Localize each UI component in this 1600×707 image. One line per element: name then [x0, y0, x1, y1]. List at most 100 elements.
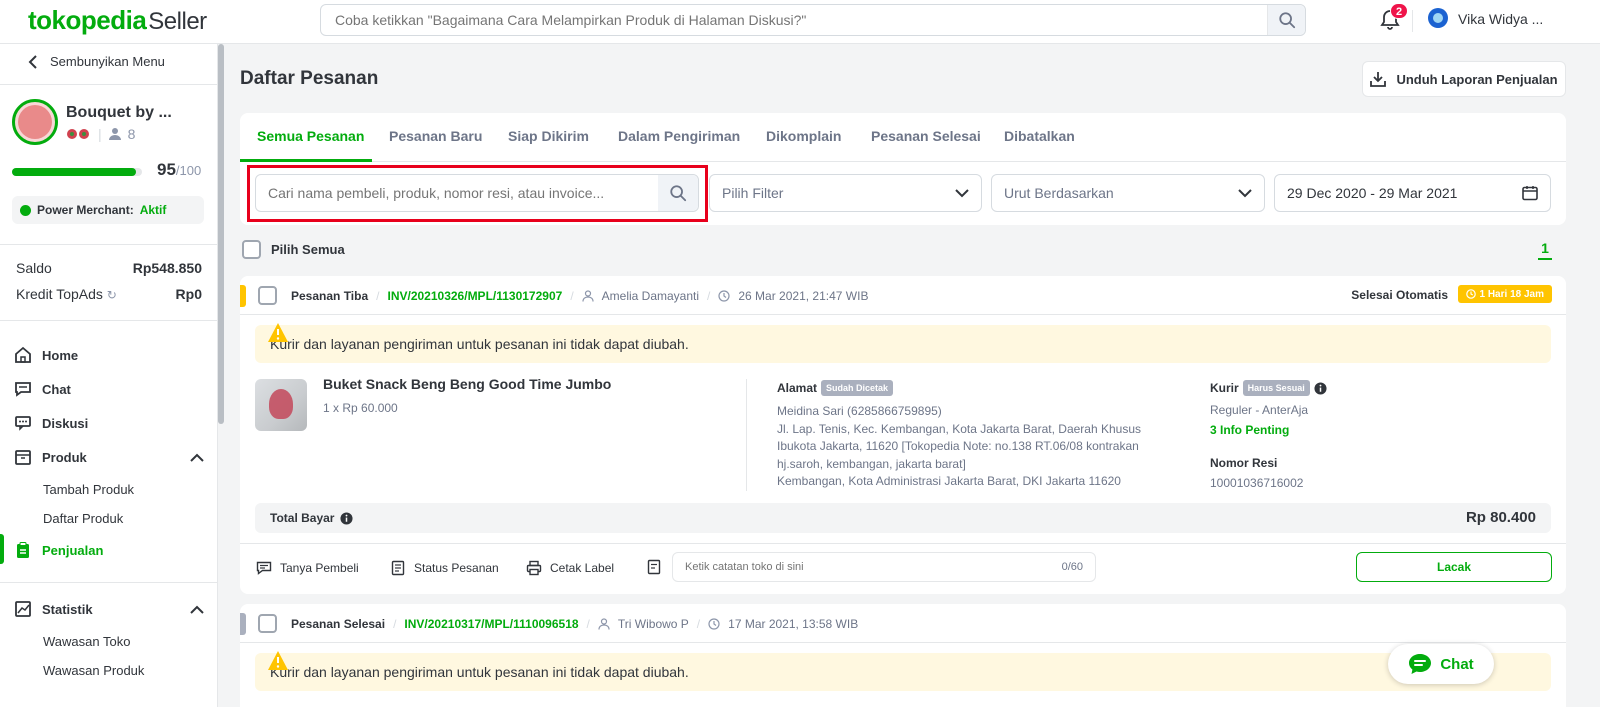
sort-dropdown-label: Urut Berdasarkan: [1004, 185, 1114, 201]
tab-dalam-pengiriman[interactable]: Dalam Pengiriman: [618, 128, 740, 144]
order-invoice-link[interactable]: INV/20210326/MPL/1130172907: [388, 289, 563, 303]
refresh-icon[interactable]: ↻: [107, 288, 117, 302]
print-label-button[interactable]: Cetak Label: [526, 560, 614, 576]
total-payment-bar: Total Bayar Rp 80.400: [255, 503, 1551, 533]
sidebar-item-diskusi[interactable]: Diskusi: [14, 414, 204, 432]
floating-chat-button[interactable]: Chat: [1388, 644, 1494, 684]
notification-badge: 2: [1390, 3, 1408, 19]
date-range-picker[interactable]: 29 Dec 2020 - 29 Mar 2021: [1274, 174, 1551, 212]
saldo-label: Saldo: [16, 260, 52, 276]
courier-label-text: Kurir: [1210, 381, 1239, 395]
topads-row[interactable]: Kredit TopAds ↻ Rp0: [16, 286, 202, 302]
tokopedia-seller-logo[interactable]: tokopediaSeller: [28, 5, 207, 36]
search-highlight-box: [247, 165, 708, 222]
calendar-icon: [1522, 186, 1538, 201]
sort-dropdown[interactable]: Urut Berdasarkan: [991, 174, 1265, 212]
tab-pesanan-baru[interactable]: Pesanan Baru: [389, 128, 482, 144]
chat-bubble-icon: [1409, 654, 1432, 674]
warning-icon: [268, 651, 288, 670]
order-checkbox[interactable]: [258, 286, 277, 305]
courier-warning: Kurir dan layanan pengiriman untuk pesan…: [255, 651, 1551, 691]
order-buyer[interactable]: Amelia Damayanti: [602, 289, 699, 303]
search-icon: [1278, 12, 1295, 29]
tab-dikomplain[interactable]: Dikomplain: [766, 128, 841, 144]
power-merchant-status[interactable]: Power Merchant: Aktif: [12, 196, 204, 224]
chevron-down-icon: [955, 188, 969, 197]
user-avatar[interactable]: [1428, 8, 1448, 28]
user-name[interactable]: Vika Widya ...: [1458, 11, 1543, 27]
home-icon: [15, 346, 31, 363]
shop-score: 95/100: [157, 160, 201, 180]
sidebar-divider: [0, 582, 218, 583]
address-line: hj.saroh, kembangan, jakarta barat]: [777, 456, 966, 471]
order-status-button[interactable]: Status Pesanan: [390, 560, 499, 576]
info-icon[interactable]: [1314, 381, 1327, 395]
order-status-stripe: [240, 613, 246, 635]
logo-suffix: Seller: [148, 8, 207, 35]
auto-complete-timer: 1 Hari 18 Jam: [1457, 285, 1552, 303]
download-icon: [1370, 72, 1387, 87]
user-icon: [582, 289, 594, 302]
order-checkbox[interactable]: [258, 614, 277, 633]
product-thumbnail[interactable]: [255, 379, 307, 431]
product-name[interactable]: Buket Snack Beng Beng Good Time Jumbo: [323, 376, 611, 392]
tab-dibatalkan[interactable]: Dibatalkan: [1004, 128, 1075, 144]
tab-pesanan-selesai[interactable]: Pesanan Selesai: [871, 128, 981, 144]
clock-icon: [708, 617, 720, 630]
topads-value: Rp0: [175, 286, 202, 302]
shop-badge-icon: [67, 129, 89, 139]
download-report-button[interactable]: Unduh Laporan Penjualan: [1362, 61, 1566, 97]
order-card: Pesanan Tiba / INV/20210326/MPL/11301729…: [240, 276, 1566, 594]
clock-icon: [718, 289, 730, 302]
tab-semua-pesanan[interactable]: Semua Pesanan: [257, 128, 364, 144]
sidebar-scrollbar[interactable]: [218, 44, 224, 424]
box-icon: [15, 450, 31, 465]
sidebar-item-statistik[interactable]: Statistik: [14, 600, 204, 618]
hide-menu-button[interactable]: Sembunyikan Menu: [28, 54, 165, 69]
sidebar-item-tambah-produk[interactable]: Tambah Produk: [43, 482, 134, 497]
help-search-input[interactable]: [321, 5, 1261, 35]
sidebar-item-home[interactable]: Home: [14, 346, 204, 364]
chevron-up-icon[interactable]: [190, 605, 204, 614]
store-note-counter: 0/60: [1061, 561, 1083, 573]
floating-chat-label: Chat: [1440, 655, 1474, 673]
help-search-button[interactable]: [1267, 5, 1305, 35]
order-header-divider: [240, 314, 1566, 315]
pagination-current[interactable]: 1: [1538, 240, 1552, 260]
order-status: Pesanan Selesai: [291, 616, 386, 631]
order-header: Pesanan Selesai / INV/20210317/MPL/11100…: [258, 614, 858, 633]
sidebar: Sembunyikan Menu Bouquet by ... | 8 95/1…: [0, 44, 218, 707]
sidebar-item-penjualan[interactable]: Penjualan: [14, 541, 204, 559]
sidebar-item-wawasan-toko[interactable]: Wawasan Toko: [43, 634, 130, 649]
important-info-link[interactable]: 3 Info Penting: [1210, 423, 1289, 437]
info-icon[interactable]: [340, 511, 354, 525]
shop-avatar[interactable]: [12, 99, 58, 145]
select-all-label: Pilih Semua: [271, 242, 345, 257]
page-title: Daftar Pesanan: [240, 68, 379, 89]
filter-dropdown[interactable]: Pilih Filter: [709, 174, 982, 212]
shop-badges: | 8: [66, 126, 135, 142]
select-all[interactable]: Pilih Semua: [242, 240, 345, 259]
chevron-up-icon[interactable]: [190, 453, 204, 462]
store-note-input[interactable]: [673, 553, 1033, 581]
sidebar-item-chat[interactable]: Chat: [14, 380, 204, 398]
sidebar-item-produk-label: Produk: [42, 449, 87, 465]
shop-name[interactable]: Bouquet by ...: [66, 104, 172, 122]
order-buyer[interactable]: Tri Wibowo P: [618, 617, 689, 631]
order-invoice-link[interactable]: INV/20210317/MPL/1110096518: [404, 617, 578, 631]
order-date: 17 Mar 2021, 13:58 WIB: [728, 616, 859, 631]
tab-siap-dikirim[interactable]: Siap Dikirim: [508, 128, 589, 144]
ask-buyer-button[interactable]: Tanya Pembeli: [256, 560, 359, 576]
sidebar-item-produk[interactable]: Produk: [14, 448, 204, 466]
sidebar-item-wawasan-produk[interactable]: Wawasan Produk: [43, 663, 144, 678]
courier-label: Kurir Harus Sesuai: [1210, 380, 1327, 396]
track-button[interactable]: Lacak: [1356, 552, 1552, 582]
sidebar-divider: [0, 84, 218, 85]
shipping-address: Meidina Sari (6285866759895) Jl. Lap. Te…: [777, 403, 1147, 491]
sidebar-item-daftar-produk[interactable]: Daftar Produk: [43, 511, 123, 526]
date-range-label: 29 Dec 2020 - 29 Mar 2021: [1287, 185, 1458, 201]
saldo-row[interactable]: Saldo Rp548.850: [16, 260, 202, 276]
shop-score-progress-fill: [12, 168, 136, 176]
select-all-checkbox[interactable]: [242, 240, 261, 259]
order-status: Pesanan Tiba: [291, 288, 369, 303]
